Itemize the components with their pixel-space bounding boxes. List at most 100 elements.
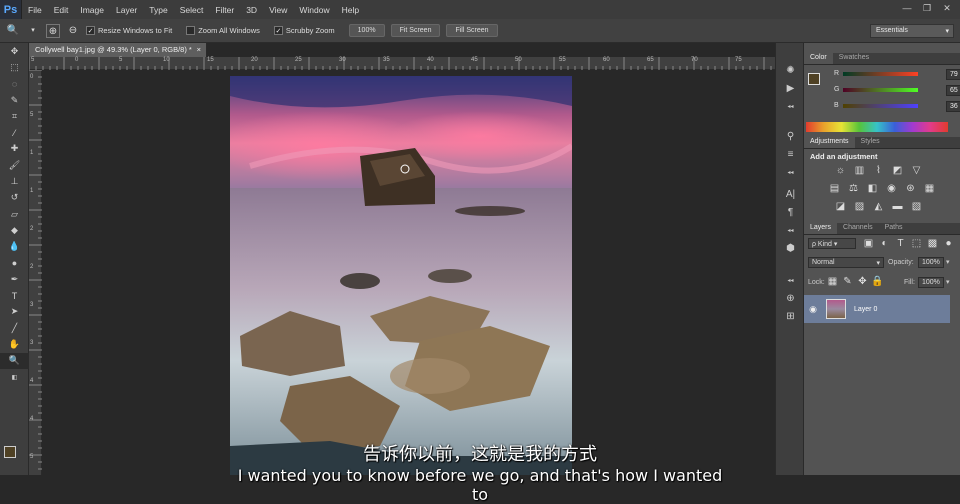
menu-help[interactable]: Help: [336, 5, 365, 15]
canvas-area[interactable]: [42, 70, 775, 475]
actions-panel-icon[interactable]: ▶: [776, 79, 805, 97]
levels-icon[interactable]: ▥: [853, 165, 866, 177]
tab-channels[interactable]: Channels: [837, 223, 879, 234]
tab-styles[interactable]: Styles: [855, 137, 886, 148]
menu-file[interactable]: File: [22, 5, 48, 15]
quick-select-tool-icon[interactable]: ✎: [0, 92, 29, 108]
hand-tool-icon[interactable]: ✋: [0, 336, 29, 352]
menu-type[interactable]: Type: [143, 5, 173, 15]
exposure-icon[interactable]: ◩: [891, 165, 904, 177]
posterize-icon[interactable]: ▨: [853, 201, 866, 213]
selective-color-icon[interactable]: ▧: [910, 201, 923, 213]
zoom-out-icon[interactable]: ⊖: [66, 24, 80, 38]
tab-adjustments[interactable]: Adjustments: [804, 137, 855, 148]
fill-chevron-icon[interactable]: ▾: [946, 278, 950, 286]
history-brush-tool-icon[interactable]: ↺: [0, 190, 29, 206]
collapse-chevron-icon[interactable]: ◂◂: [776, 271, 805, 289]
vibrance-icon[interactable]: ▽: [910, 165, 923, 177]
restore-button[interactable]: ❐: [920, 2, 934, 14]
fill-screen-button[interactable]: Fill Screen: [446, 24, 498, 37]
brush-panel-icon[interactable]: ⚲: [776, 127, 805, 145]
dodge-tool-icon[interactable]: ●: [0, 255, 29, 271]
photo-filter-icon[interactable]: ◉: [885, 183, 898, 195]
red-value-input[interactable]: 79: [946, 69, 960, 80]
adjustment-filter-icon[interactable]: ◐: [878, 238, 891, 250]
collapse-chevron-icon[interactable]: ◂◂: [776, 163, 805, 181]
invert-icon[interactable]: ◪: [834, 201, 847, 213]
lock-position-icon[interactable]: ✥: [856, 276, 869, 288]
threshold-icon[interactable]: ◭: [872, 201, 885, 213]
paint-bucket-tool-icon[interactable]: ◆: [0, 222, 29, 238]
pen-tool-icon[interactable]: ✒: [0, 271, 29, 287]
type-filter-icon[interactable]: T: [894, 238, 907, 250]
visibility-eye-icon[interactable]: ◉: [804, 304, 822, 315]
menu-layer[interactable]: Layer: [110, 5, 143, 15]
menu-window[interactable]: Window: [293, 5, 335, 15]
layer-row[interactable]: ◉ Layer 0: [804, 295, 950, 323]
history-panel-icon[interactable]: ✺: [776, 61, 805, 79]
layer-thumbnail[interactable]: [826, 299, 846, 319]
character-panel-icon[interactable]: A|: [776, 185, 805, 203]
foreground-color-swatch[interactable]: [808, 73, 820, 85]
minimize-button[interactable]: —: [900, 2, 914, 14]
fit-screen-button[interactable]: Fit Screen: [390, 24, 441, 37]
layer-name[interactable]: Layer 0: [854, 306, 877, 313]
workspace-select[interactable]: Essentials ▾: [870, 24, 954, 38]
tab-color[interactable]: Color: [804, 53, 833, 64]
zoom-tool-icon[interactable]: 🔍: [0, 352, 29, 369]
tab-layers[interactable]: Layers: [804, 223, 838, 234]
clone-stamp-tool-icon[interactable]: ⊥: [0, 173, 29, 189]
color-spectrum-bar[interactable]: [806, 122, 948, 132]
tool-preset-chevron-icon[interactable]: ▾: [26, 24, 40, 38]
3d-panel-icon[interactable]: ⬢: [776, 239, 805, 257]
actual-pixels-button[interactable]: 100%: [348, 24, 385, 37]
brush-presets-icon[interactable]: ≡: [776, 145, 805, 163]
brightness-icon[interactable]: ☼: [834, 165, 847, 177]
properties-panel-icon[interactable]: ⊞: [776, 307, 805, 325]
foreground-color-swatch[interactable]: [4, 446, 16, 458]
move-tool-icon[interactable]: ✥: [0, 43, 29, 59]
zoom-tool-icon[interactable]: 🔍: [6, 24, 20, 38]
tab-paths[interactable]: Paths: [879, 223, 909, 234]
scrubby-zoom-checkbox[interactable]: ✓ Scrubby Zoom: [273, 26, 335, 35]
black-white-icon[interactable]: ◧: [866, 183, 879, 195]
curves-icon[interactable]: ⌇: [872, 165, 885, 177]
marquee-tool-icon[interactable]: ⬚: [0, 59, 29, 75]
blur-tool-icon[interactable]: 💧: [0, 239, 29, 255]
path-selection-tool-icon[interactable]: ➤: [0, 304, 29, 320]
menu-3d[interactable]: 3D: [240, 5, 263, 15]
fill-input[interactable]: 100%: [918, 277, 944, 288]
crop-tool-icon[interactable]: ⌗: [0, 108, 29, 124]
green-slider[interactable]: G: [834, 86, 919, 93]
blue-value-input[interactable]: 36: [946, 101, 960, 112]
opacity-chevron-icon[interactable]: ▾: [946, 258, 950, 266]
color-lookup-icon[interactable]: ▦: [923, 183, 936, 195]
lock-transparency-icon[interactable]: ▦: [826, 276, 839, 288]
blend-mode-select[interactable]: Normal ▾: [808, 257, 884, 268]
layer-kind-filter[interactable]: ρ Kind ▾: [808, 238, 856, 249]
channel-mixer-icon[interactable]: ⊛: [904, 183, 917, 195]
resize-windows-checkbox[interactable]: ✓ Resize Windows to Fit: [86, 26, 172, 35]
menu-filter[interactable]: Filter: [209, 5, 240, 15]
collapse-chevron-icon[interactable]: ◂◂: [776, 221, 805, 239]
opacity-input[interactable]: 100%: [918, 257, 944, 268]
healing-brush-tool-icon[interactable]: ✚: [0, 141, 29, 157]
red-slider[interactable]: R: [834, 70, 919, 77]
tab-swatches[interactable]: Swatches: [833, 53, 875, 64]
paragraph-panel-icon[interactable]: ¶: [776, 203, 805, 221]
document-image[interactable]: [230, 76, 572, 475]
pixel-filter-icon[interactable]: ▣: [862, 238, 875, 250]
lasso-tool-icon[interactable]: ◌: [0, 76, 29, 92]
menu-select[interactable]: Select: [174, 5, 210, 15]
menu-image[interactable]: Image: [74, 5, 110, 15]
menu-edit[interactable]: Edit: [48, 5, 75, 15]
lock-all-icon[interactable]: 🔒: [871, 276, 884, 288]
zoom-all-windows-checkbox[interactable]: Zoom All Windows: [186, 26, 260, 35]
document-tab[interactable]: Collywell bay1.jpg @ 49.3% (Layer 0, RGB…: [29, 43, 207, 57]
default-colors-icon[interactable]: ◧: [0, 369, 29, 385]
hue-saturation-icon[interactable]: ▤: [828, 183, 841, 195]
blue-slider[interactable]: B: [834, 102, 918, 109]
menu-view[interactable]: View: [263, 5, 293, 15]
brush-tool-icon[interactable]: 🖌: [0, 157, 29, 173]
type-tool-icon[interactable]: T: [0, 287, 29, 303]
